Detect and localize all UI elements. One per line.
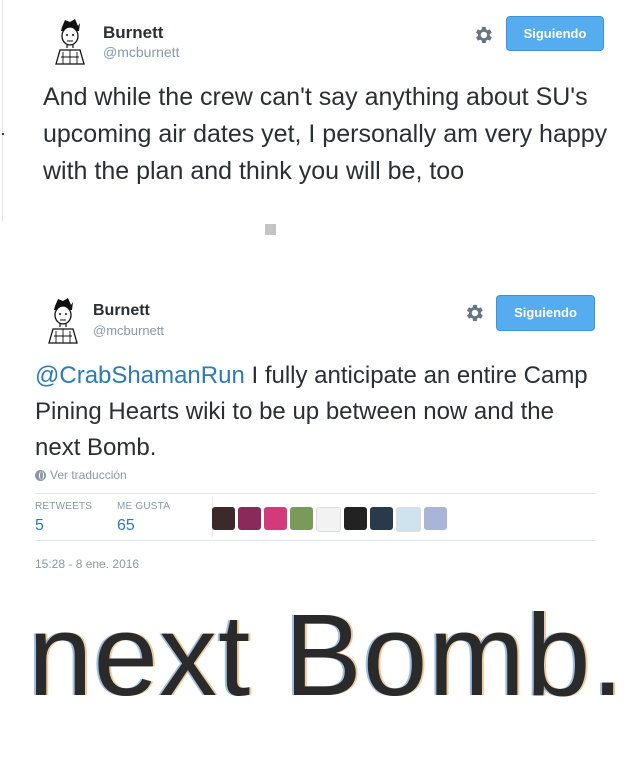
likes-stat[interactable]: ME GUSTA 65: [117, 501, 170, 535]
divider: [35, 493, 595, 494]
liker-avatar[interactable]: [370, 507, 393, 530]
likes-count: 65: [117, 517, 135, 534]
likers-avatars: [212, 507, 447, 532]
avatar[interactable]: [44, 296, 82, 349]
globe-icon: [35, 469, 46, 481]
author-name[interactable]: Burnett: [93, 302, 150, 320]
left-dot: [2, 133, 4, 135]
timestamp[interactable]: 15:28 - 8 ene. 2016: [35, 557, 139, 571]
tweet-text: And while the crew can't say anything ab…: [43, 83, 608, 185]
zoomed-text: next Bomb.: [28, 590, 625, 720]
divider: [35, 540, 595, 541]
avatar[interactable]: [51, 17, 89, 70]
liker-avatar[interactable]: [290, 507, 313, 530]
liker-avatar[interactable]: [212, 507, 235, 530]
author-handle[interactable]: @mcburnett: [103, 44, 179, 60]
left-border-line: [2, 0, 3, 222]
translate-link[interactable]: Ver traducción: [35, 468, 127, 482]
avatar-sketch-icon: [44, 296, 82, 344]
tweet-text: @CrabShamanRun I fully anticipate an ent…: [35, 358, 595, 466]
settings-gear[interactable]: [472, 24, 494, 51]
liker-avatar[interactable]: [424, 507, 447, 530]
liker-avatar[interactable]: [316, 507, 341, 532]
gear-icon: [476, 26, 492, 44]
author-handle[interactable]: @mcburnett: [93, 323, 164, 338]
following-button[interactable]: Siguiendo: [506, 16, 604, 51]
avatar-sketch-icon: [51, 17, 89, 65]
mention-link[interactable]: @CrabShamanRun: [35, 362, 245, 389]
following-button[interactable]: Siguiendo: [496, 295, 595, 331]
loading-square: [265, 224, 276, 235]
retweets-stat[interactable]: RETWEETS 5: [35, 501, 92, 535]
author-name[interactable]: Burnett: [103, 23, 163, 43]
liker-avatar[interactable]: [396, 507, 421, 532]
liker-avatar[interactable]: [264, 507, 287, 530]
gear-icon: [467, 304, 483, 322]
retweets-label: RETWEETS: [35, 501, 93, 512]
settings-gear[interactable]: [463, 302, 485, 329]
liker-avatar[interactable]: [238, 507, 261, 530]
retweets-count: 5: [35, 517, 44, 534]
likes-label: ME GUSTA: [117, 501, 171, 512]
liker-avatar[interactable]: [344, 507, 367, 530]
translate-label: Ver traducción: [50, 468, 127, 482]
